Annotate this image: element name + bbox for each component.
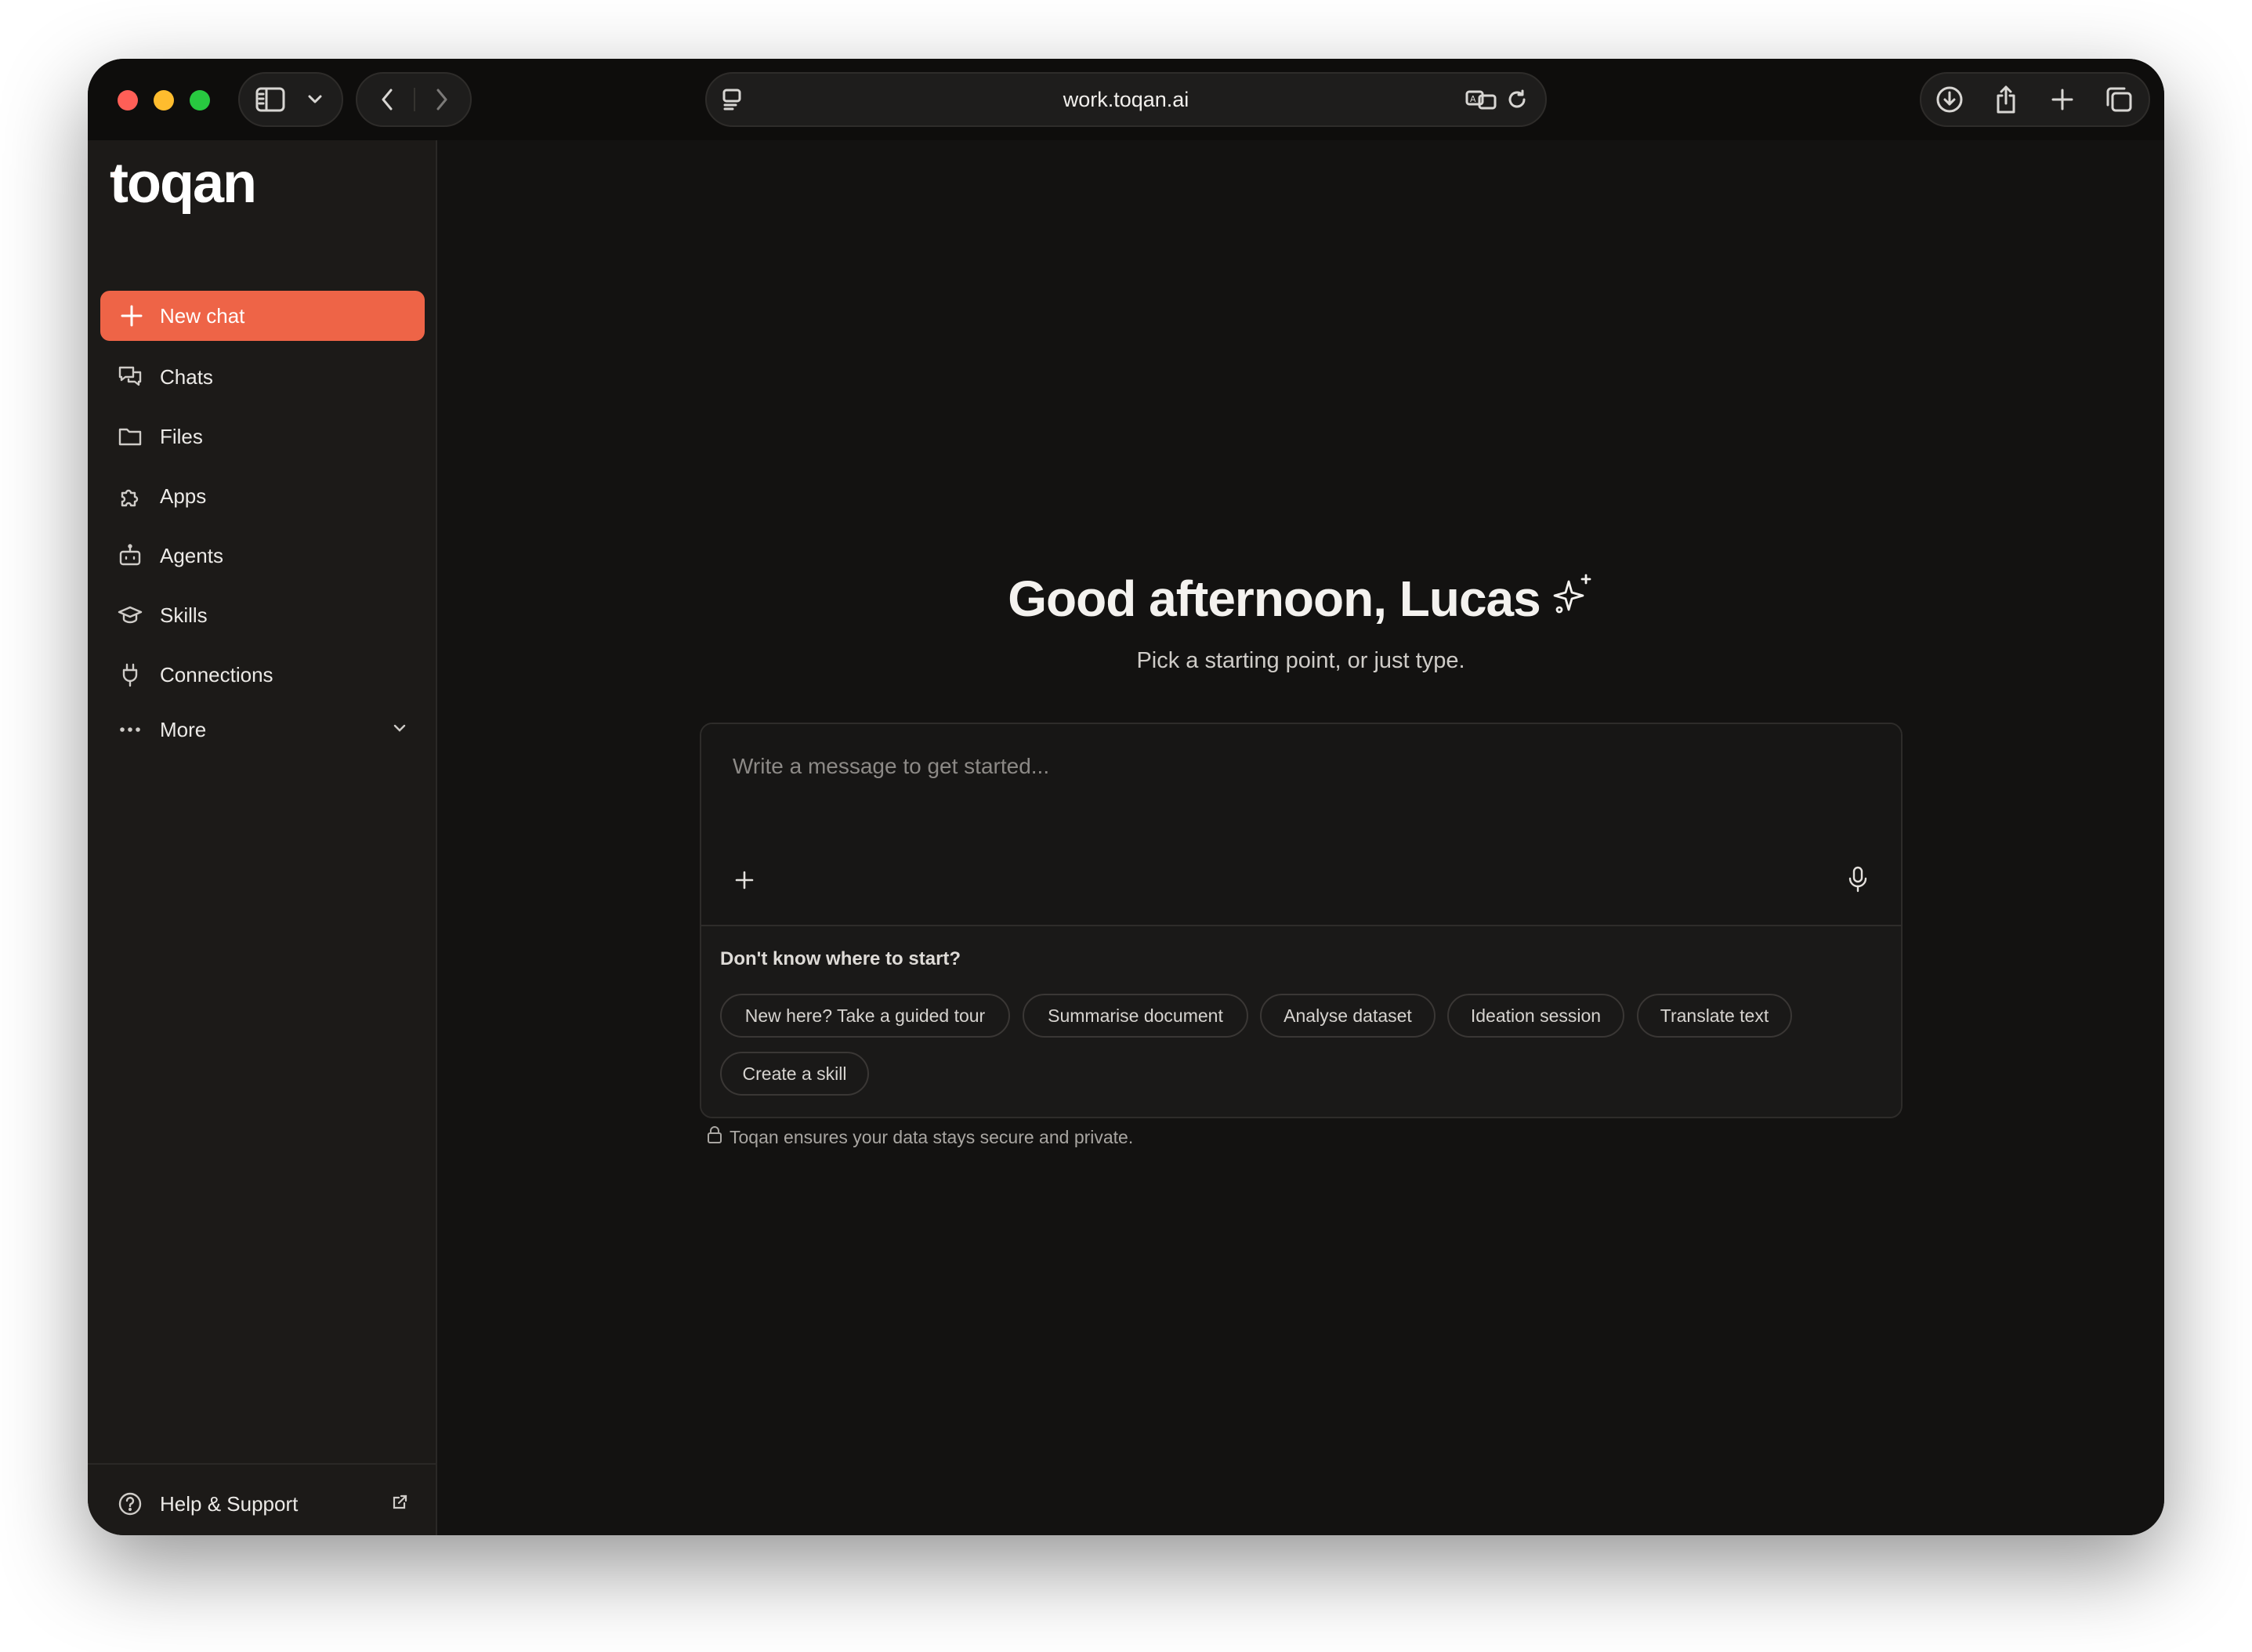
address-bar[interactable]: work.toqan.ai A <box>705 72 1547 127</box>
reload-icon[interactable] <box>1503 85 1531 114</box>
message-input[interactable]: Write a message to get started... <box>733 754 1049 779</box>
suggestion-analyse-dataset[interactable]: Analyse dataset <box>1260 994 1436 1038</box>
url-text[interactable]: work.toqan.ai <box>707 74 1545 125</box>
nav-divider <box>414 88 415 111</box>
sidebar-item-agents[interactable]: Agents <box>100 532 425 579</box>
sparkle-icon <box>1553 570 1594 628</box>
puzzle-icon <box>118 484 143 509</box>
robot-icon <box>118 543 143 568</box>
external-link-icon <box>390 1493 409 1517</box>
sidebar-item-more[interactable]: More <box>100 706 425 753</box>
greeting-text: Good afternoon, Lucas <box>1008 571 1541 627</box>
dots-icon <box>118 717 143 742</box>
help-support-label: Help & Support <box>160 1491 299 1516</box>
message-composer: Write a message to get started... Don't … <box>700 723 1903 1118</box>
suggestions-panel: Don't know where to start? New here? Tak… <box>701 926 1901 1117</box>
plug-icon <box>118 662 143 687</box>
sidebar-item-skills[interactable]: Skills <box>100 592 425 639</box>
help-support-link[interactable]: Help & Support <box>100 1480 425 1527</box>
minimize-window-button[interactable] <box>154 90 174 110</box>
greeting-heading: Good afternoon, Lucas <box>437 570 2164 628</box>
sidebar-item-chats[interactable]: Chats <box>100 353 425 400</box>
sidebar-item-label: Files <box>160 424 203 448</box>
suggestion-ideation-session[interactable]: Ideation session <box>1447 994 1624 1038</box>
greeting-subtitle: Pick a starting point, or just type. <box>1136 648 1465 673</box>
sidebar-toggle-group <box>238 72 343 127</box>
suggestion-summarise-document[interactable]: Summarise document <box>1023 994 1248 1038</box>
new-tab-plus-icon[interactable] <box>2047 84 2078 115</box>
attach-plus-icon[interactable] <box>733 868 756 896</box>
sidebar-toggle-icon[interactable] <box>254 84 287 115</box>
lock-icon <box>706 1125 723 1149</box>
folder-icon <box>118 424 143 449</box>
sidebar-item-label: Connections <box>160 662 273 687</box>
help-circle-icon <box>118 1491 143 1516</box>
browser-window: work.toqan.ai A toqan New chat Chats Fil… <box>88 59 2164 1535</box>
tab-group-chevron-down-icon[interactable] <box>302 87 328 112</box>
plus-icon <box>119 303 144 334</box>
sidebar-item-label: Chats <box>160 364 213 389</box>
share-icon[interactable] <box>1990 82 2022 117</box>
new-chat-button[interactable]: New chat <box>100 291 425 341</box>
sidebar-item-label: Skills <box>160 603 208 627</box>
translate-icon[interactable]: A <box>1464 85 1498 114</box>
sidebar-item-files[interactable]: Files <box>100 413 425 460</box>
sidebar-item-apps[interactable]: Apps <box>100 473 425 520</box>
sidebar-item-label: More <box>160 717 207 741</box>
sidebar: toqan New chat Chats Files Apps Agents S… <box>88 140 437 1535</box>
sidebar-item-label: Agents <box>160 543 223 567</box>
sidebar-item-connections[interactable]: Connections <box>100 651 425 698</box>
privacy-note: Toqan ensures your data stays secure and… <box>706 1125 1133 1149</box>
navigation-group <box>356 72 472 127</box>
main-content: Good afternoon, Lucas Pick a starting po… <box>437 140 2164 1535</box>
forward-arrow-icon[interactable] <box>426 84 458 115</box>
chevron-down-icon <box>390 719 409 743</box>
tab-overview-icon[interactable] <box>2103 84 2134 115</box>
close-window-button[interactable] <box>118 90 138 110</box>
new-chat-label: New chat <box>160 303 245 328</box>
back-arrow-icon[interactable] <box>371 84 403 115</box>
privacy-text: Toqan ensures your data stays secure and… <box>730 1126 1134 1147</box>
sidebar-divider <box>88 1463 436 1465</box>
sidebar-item-label: Apps <box>160 484 207 508</box>
graduation-cap-icon <box>118 603 143 628</box>
browser-toolbar: work.toqan.ai A <box>88 59 2164 140</box>
right-toolbar-group <box>1920 72 2150 127</box>
composer-input-area[interactable]: Write a message to get started... <box>701 724 1901 926</box>
downloads-icon[interactable] <box>1934 84 1965 115</box>
chat-bubbles-icon <box>118 364 143 389</box>
suggestion-create-skill[interactable]: Create a skill <box>720 1052 869 1096</box>
suggestion-translate-text[interactable]: Translate text <box>1637 994 1792 1038</box>
suggestion-guided-tour[interactable]: New here? Take a guided tour <box>720 994 1010 1038</box>
microphone-icon[interactable] <box>1848 865 1868 897</box>
toqan-logo[interactable]: toqan <box>110 151 257 216</box>
svg-text:A: A <box>1470 94 1476 104</box>
suggestions-title: Don't know where to start? <box>720 948 961 969</box>
maximize-window-button[interactable] <box>190 90 210 110</box>
